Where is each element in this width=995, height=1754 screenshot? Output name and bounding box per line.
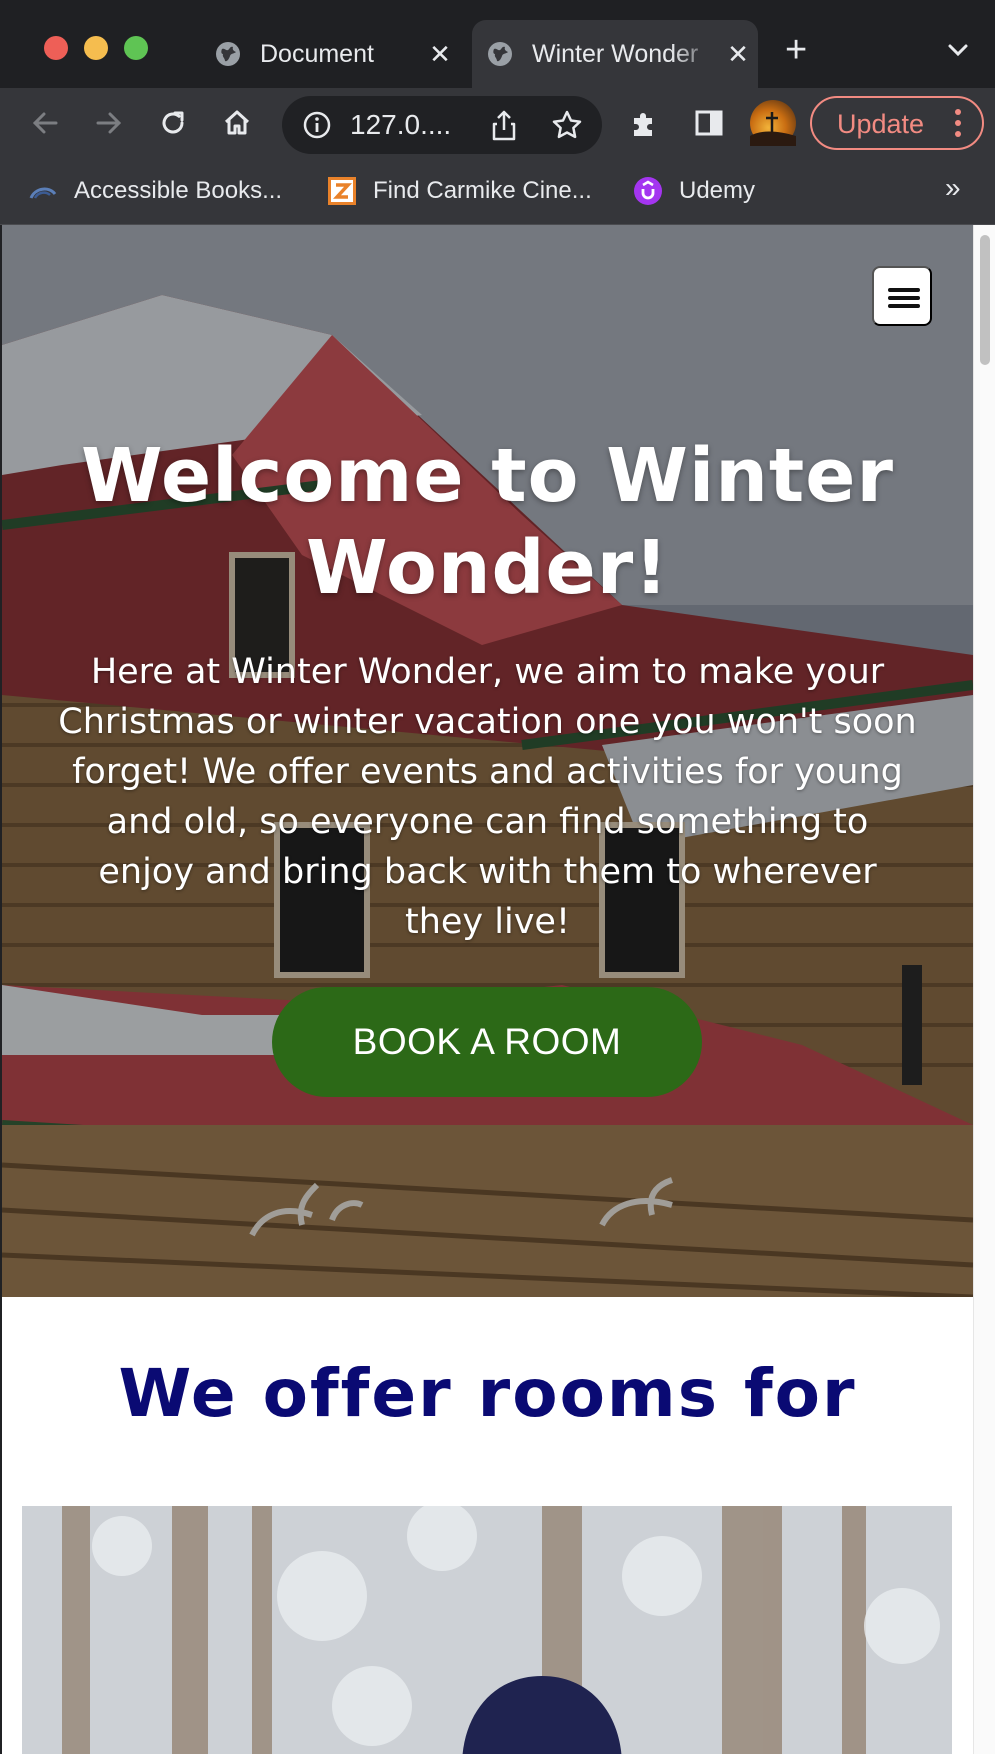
globe-icon — [488, 42, 512, 66]
maximize-window-button[interactable] — [124, 36, 148, 60]
bookmark-udemy[interactable]: Udemy — [633, 173, 755, 209]
bookmark-accessible-books[interactable]: Accessible Books... — [28, 173, 282, 209]
forward-arrow-icon[interactable] — [92, 106, 126, 140]
bookmark-label: Find Carmike Cine... — [373, 177, 592, 204]
profile-avatar[interactable] — [750, 100, 796, 146]
menu-line — [888, 288, 920, 292]
offers-heading: We offer rooms for — [118, 1355, 857, 1432]
hero-description: Here at Winter Wonder, we aim to make yo… — [58, 652, 917, 942]
reload-icon[interactable] — [156, 106, 190, 140]
close-tab-icon[interactable]: ✕ — [420, 39, 460, 70]
scrollbar-thumb[interactable] — [980, 235, 990, 365]
bookmarks-overflow-button[interactable]: » — [945, 172, 961, 204]
bookmark-label: Accessible Books... — [74, 177, 283, 204]
bookmarks-bar: Accessible Books... Find Carmike Cine...… — [0, 160, 995, 225]
hero-title: Welcome to Winter Wonder! — [80, 433, 894, 611]
update-button[interactable]: Update — [810, 96, 984, 150]
more-vert-icon[interactable] — [953, 108, 963, 138]
close-tab-icon[interactable]: ✕ — [718, 39, 758, 70]
bookmark-label: Udemy — [679, 177, 756, 204]
tab-title: Document — [260, 39, 374, 68]
bookmark-star-icon[interactable] — [550, 108, 584, 142]
home-icon[interactable] — [220, 106, 254, 140]
site-info-icon[interactable] — [302, 110, 332, 140]
avatar-image — [750, 112, 796, 146]
globe-icon — [216, 42, 240, 66]
close-window-button[interactable] — [44, 36, 68, 60]
browser-toolbar: 127.0.... Update — [0, 88, 995, 160]
extensions-puzzle-icon[interactable] — [628, 106, 662, 140]
winter-forest-image — [22, 1506, 952, 1754]
address-bar[interactable]: 127.0.... — [282, 96, 602, 154]
new-tab-button[interactable]: + — [785, 30, 807, 70]
menu-line — [888, 296, 920, 300]
share-icon[interactable] — [488, 108, 520, 142]
minimize-window-button[interactable] — [84, 36, 108, 60]
tab-winter-wonder[interactable]: Winter Wonder ✕ — [472, 20, 758, 88]
hamburger-menu-button[interactable] — [872, 266, 932, 326]
carmike-favicon — [328, 177, 356, 205]
side-panel-icon[interactable] — [692, 106, 726, 140]
bookmark-carmike[interactable]: Find Carmike Cine... — [327, 173, 592, 209]
url-text: 127.0.... — [350, 109, 452, 140]
chevron-down-icon[interactable] — [944, 36, 972, 64]
hero-section: Welcome to Winter Wonder! Here at Winter… — [2, 225, 973, 1297]
menu-line — [888, 304, 920, 308]
room-photo — [22, 1506, 952, 1754]
back-arrow-icon[interactable] — [28, 106, 62, 140]
tab-strip: Document ✕ Winter Wonder ✕ + — [0, 0, 995, 88]
update-label: Update — [837, 109, 925, 139]
accessible-books-favicon — [29, 187, 57, 199]
page-scrollbar[interactable] — [973, 225, 995, 1754]
tab-title: Winter Wonder — [532, 39, 699, 68]
book-a-room-button[interactable]: BOOK A ROOM — [272, 987, 702, 1097]
udemy-favicon — [634, 177, 662, 205]
tab-document[interactable]: Document ✕ — [200, 20, 460, 88]
page-viewport: Welcome to Winter Wonder! Here at Winter… — [2, 225, 973, 1754]
